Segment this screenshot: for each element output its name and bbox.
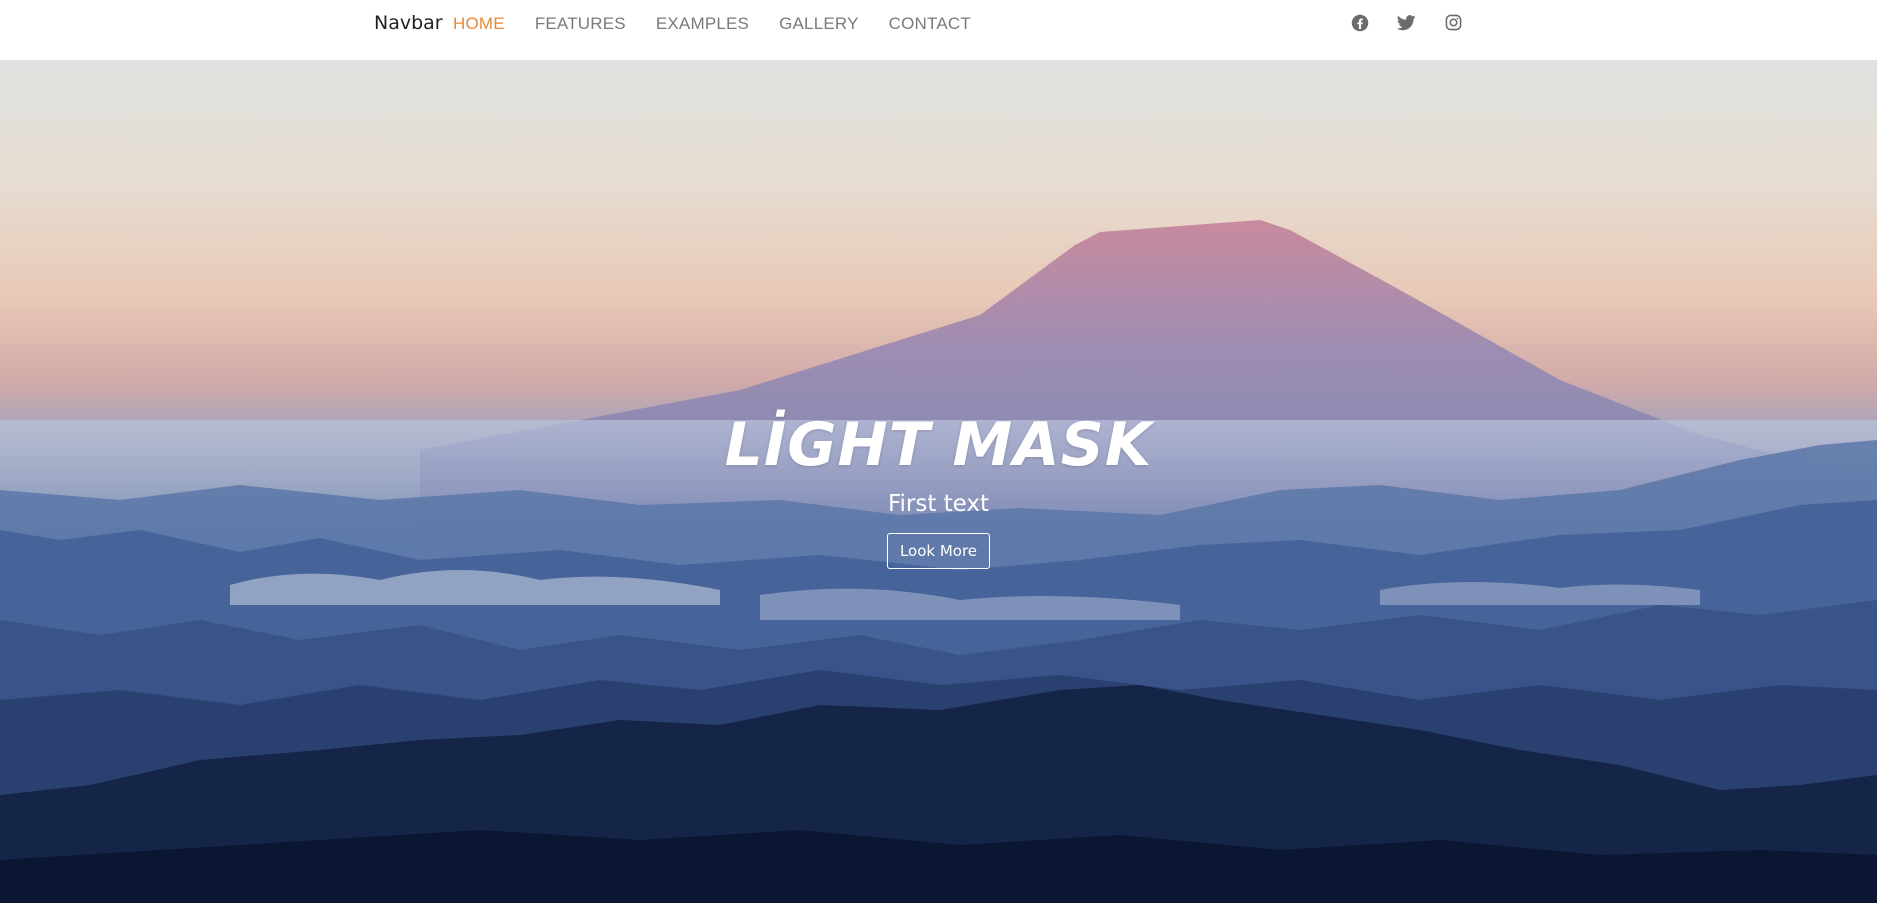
nav-link-home[interactable]: HOME — [453, 14, 505, 34]
nav-link-contact[interactable]: CONTACT — [889, 14, 971, 34]
hero-subtitle: First text — [887, 491, 990, 517]
nav-link-gallery[interactable]: GALLERY — [779, 14, 859, 34]
hero-content: LİGHT MASK First text Look More — [0, 415, 1877, 569]
twitter-icon[interactable] — [1397, 13, 1416, 32]
hero-section: LİGHT MASK First text Look More — [0, 60, 1877, 903]
hero-title: LİGHT MASK — [724, 410, 1153, 480]
look-more-button[interactable]: Look More — [886, 533, 991, 569]
nav-link-features[interactable]: FEATURES — [535, 14, 626, 34]
instagram-icon[interactable] — [1444, 13, 1463, 32]
facebook-icon[interactable] — [1350, 13, 1369, 32]
navbar: Navbar HOME FEATURES EXAMPLES GALLERY CO… — [0, 0, 1877, 60]
navbar-brand[interactable]: Navbar — [374, 12, 443, 34]
nav-link-examples[interactable]: EXAMPLES — [656, 14, 749, 34]
social-links — [1350, 13, 1463, 32]
nav-links: HOME FEATURES EXAMPLES GALLERY CONTACT — [453, 14, 971, 34]
